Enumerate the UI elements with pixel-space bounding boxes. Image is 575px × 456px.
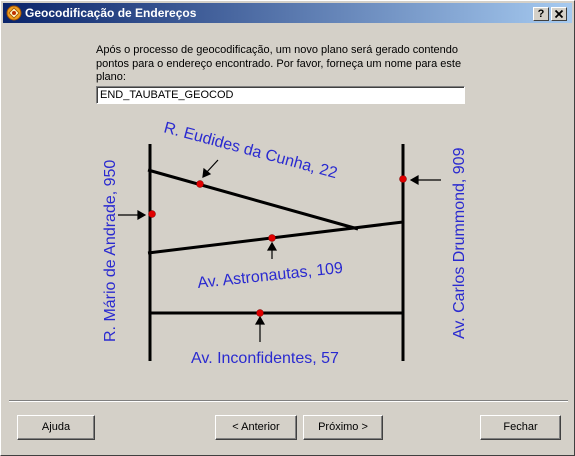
- next-button[interactable]: Próximo >: [303, 415, 383, 440]
- point-mario: [148, 210, 156, 218]
- label-astronautas: Av. Astronautas, 109: [197, 260, 344, 292]
- point-drummond: [399, 175, 407, 183]
- point-astronautas: [268, 234, 276, 242]
- arrow-top: [205, 159, 219, 174]
- back-button-label: < Anterior: [232, 421, 280, 433]
- close-button-label: Fechar: [503, 421, 538, 433]
- label-inconfidentes: Av. Inconfidentes, 57: [191, 350, 339, 367]
- arrow-right-head: [409, 174, 419, 186]
- help-button-label: Ajuda: [41, 421, 71, 433]
- next-button-label: Próximo >: [318, 421, 368, 433]
- arrow-bottom-head: [254, 315, 266, 325]
- arrow-left-head: [137, 209, 147, 221]
- point-inconfidentes: [256, 309, 264, 317]
- footer-separator: [9, 400, 568, 402]
- point-eudides: [196, 180, 204, 188]
- dialog-window: Geocodificação de Endereços ? Após o pro…: [0, 0, 575, 456]
- close-button[interactable]: Fechar: [480, 415, 561, 440]
- label-eudides: R. Eudides da Cunha, 22: [162, 119, 339, 182]
- label-mario: R. Mário de Andrade, 950: [102, 160, 119, 342]
- label-drummond: Av. Carlos Drummond, 909: [451, 147, 468, 339]
- help-button[interactable]: Ajuda: [17, 415, 95, 440]
- back-button[interactable]: < Anterior: [215, 415, 297, 440]
- geocoding-diagram: R. Eudides da Cunha, 22 R. Mário de Andr…: [102, 119, 468, 367]
- arrow-middle-head: [266, 241, 278, 251]
